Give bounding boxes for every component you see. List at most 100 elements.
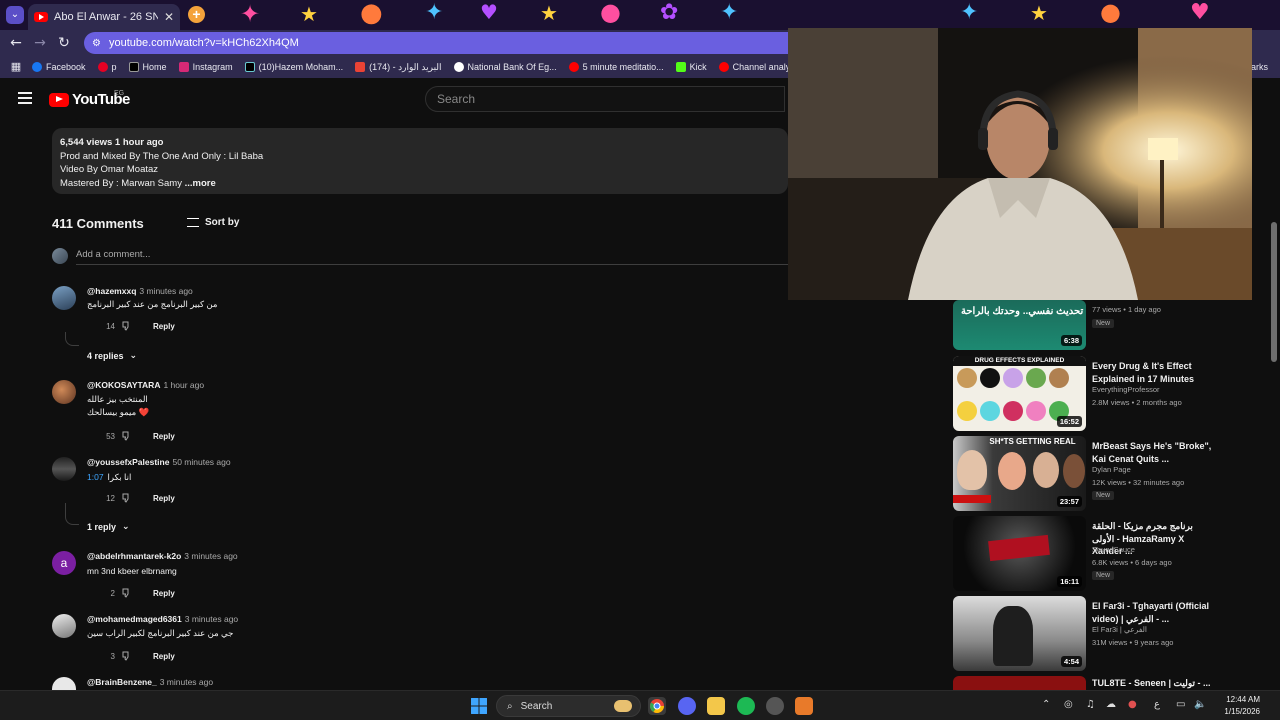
comment-author[interactable]: @mohamedmaged6361 (87, 614, 182, 624)
tab-search-icon[interactable]: ⌄ (6, 6, 24, 24)
microphone-icon[interactable]: ● (1128, 699, 1137, 710)
video-thumbnail[interactable]: 16:11 (953, 516, 1086, 591)
reply-button[interactable]: Reply (153, 322, 175, 331)
like-button[interactable]: 2 (87, 589, 115, 598)
recommended-video[interactable]: DRUG EFFECTS EXPLAINED 16:52 Every Drug … (953, 356, 1273, 432)
channel-name[interactable]: El Far3i | الفرعي (1092, 625, 1147, 634)
bookmark-instagram[interactable]: Instagram (178, 62, 233, 72)
search-input[interactable]: Search (425, 86, 785, 112)
address-bar[interactable]: ⚙ youtube.com/watch?v=kHCh62Xh4QM (84, 32, 804, 54)
volume-icon[interactable]: 🔈 (1194, 699, 1206, 710)
reply-button[interactable]: Reply (153, 432, 175, 441)
dislike-icon[interactable] (122, 651, 132, 661)
video-description[interactable]: 6,544 views 1 hour ago Prod and Mixed By… (52, 128, 788, 194)
bookmark-kick[interactable]: Kick (675, 62, 707, 72)
avatar[interactable] (52, 380, 76, 404)
dislike-icon[interactable] (122, 431, 132, 441)
apps-grid-icon[interactable]: ▦ (8, 55, 24, 79)
add-comment-input[interactable]: Add a comment... (76, 249, 788, 265)
steam-icon[interactable] (766, 697, 784, 715)
comment-author[interactable]: @KOKOSAYTARA (87, 380, 160, 390)
tab-youtube-video[interactable]: Abo El Anwar - 26 SNA - YouTube ✕ (28, 4, 180, 30)
avatar[interactable] (52, 457, 76, 481)
comment-time[interactable]: 3 minutes ago (185, 614, 238, 624)
reply-button[interactable]: Reply (153, 652, 175, 661)
close-tab-icon[interactable]: ✕ (164, 10, 174, 24)
bookmark-nbe[interactable]: National Bank Of Eg... (453, 62, 557, 72)
input-language[interactable]: ع (1154, 699, 1160, 710)
bookmark-facebook[interactable]: Facebook (32, 62, 86, 72)
like-button[interactable]: 3 (87, 652, 115, 661)
chevron-up-icon[interactable]: ⌃ (1042, 699, 1050, 710)
new-tab-button[interactable]: + (188, 6, 205, 23)
network-icon[interactable]: ▭ (1176, 699, 1185, 710)
bookmark-meditation[interactable]: 5 minute meditatio... (568, 62, 664, 72)
reply-button[interactable]: Reply (153, 589, 175, 598)
dislike-icon[interactable] (122, 588, 132, 598)
bookmark-gmail[interactable]: (174) - البريد الوارد (355, 62, 442, 73)
forward-arrow-icon[interactable]: → (28, 31, 52, 55)
comment-time[interactable]: 3 minutes ago (160, 677, 213, 687)
avatar[interactable]: a (52, 551, 76, 575)
recommended-video[interactable]: TUL8TE - Seneen | توليت - ... (953, 676, 1273, 690)
comment-author[interactable]: @BrainBenzene_ (87, 677, 157, 687)
discord-icon[interactable] (678, 697, 696, 715)
comment-author[interactable]: @hazemxxq (87, 286, 136, 296)
sort-by-button[interactable]: Sort by (187, 217, 239, 228)
system-clock[interactable]: 12:44 AM 1/15/2026 (1212, 694, 1260, 718)
channel-name[interactable]: EverythingProfessor (1092, 385, 1160, 394)
dislike-icon[interactable] (122, 321, 132, 331)
headset-icon[interactable]: ♫ (1086, 699, 1095, 710)
file-explorer-icon[interactable] (707, 697, 725, 715)
windows-start-icon[interactable] (470, 697, 488, 715)
replies-toggle[interactable]: 1 reply ⌄ (87, 522, 130, 532)
comment-time[interactable]: 1 hour ago (163, 380, 204, 390)
video-title[interactable]: El Far3i - Tghayarti (Official video) | … (1092, 600, 1212, 625)
taskbar-search[interactable]: ⌕ Search (496, 695, 641, 717)
like-button[interactable]: 53 (87, 432, 115, 441)
like-button[interactable]: 12 (87, 494, 115, 503)
recommended-video[interactable]: تحديث نفسي.. وحدتك بالراحة 6:38 77 views… (953, 300, 1273, 352)
comment-time[interactable]: 3 minutes ago (139, 286, 192, 296)
video-thumbnail[interactable]: DRUG EFFECTS EXPLAINED 16:52 (953, 356, 1086, 431)
comment-author[interactable]: @youssefxPalestine (87, 457, 169, 467)
comment-time[interactable]: 3 minutes ago (184, 551, 237, 561)
like-button[interactable]: 14 (87, 322, 115, 331)
avatar[interactable] (52, 677, 76, 690)
video-thumbnail[interactable] (953, 676, 1086, 690)
comment-author[interactable]: @abdelrhmantarek-k2o (87, 551, 181, 561)
scrollbar-thumb[interactable] (1271, 222, 1277, 362)
bookmark-tiktok[interactable]: (10)Hazem Moham... (244, 62, 343, 72)
comment-time[interactable]: 50 minutes ago (172, 457, 230, 467)
bookmark-p[interactable]: p (97, 62, 117, 72)
video-title[interactable]: TUL8TE - Seneen | توليت - ... (1092, 677, 1212, 690)
taskbar-chrome-button[interactable] (648, 697, 666, 715)
hamburger-menu-icon[interactable] (18, 92, 32, 104)
channel-name[interactable]: Dylan Page (1092, 465, 1131, 474)
timestamp-link[interactable]: 1:07 (87, 472, 104, 482)
video-title[interactable]: Every Drug & It's Effect Explained in 17… (1092, 360, 1212, 385)
page-scrollbar[interactable] (1269, 78, 1280, 690)
show-more-link[interactable]: ...more (185, 178, 216, 189)
tray-app-icon[interactable]: ◎ (1064, 699, 1073, 710)
video-title[interactable]: MrBeast Says He's "Broke", Kai Cenat Qui… (1092, 440, 1212, 465)
recommended-video[interactable]: 4:54 El Far3i - Tghayarti (Official vide… (953, 596, 1273, 672)
video-thumbnail[interactable]: تحديث نفسي.. وحدتك بالراحة 6:38 (953, 300, 1086, 350)
video-thumbnail[interactable]: SH*TS GETTING REAL 23:57 (953, 436, 1086, 511)
onedrive-icon[interactable]: ☁ (1106, 699, 1116, 710)
reply-button[interactable]: Reply (153, 494, 175, 503)
avatar[interactable] (52, 614, 76, 638)
video-thumbnail[interactable]: 4:54 (953, 596, 1086, 671)
recommended-video[interactable]: SH*TS GETTING REAL 23:57 MrBeast Says He… (953, 436, 1273, 512)
app-icon[interactable] (795, 697, 813, 715)
reload-icon[interactable]: ↻ (52, 31, 76, 55)
bookmark-home[interactable]: Home (128, 62, 167, 72)
avatar[interactable] (52, 286, 76, 310)
replies-toggle[interactable]: 4 replies ⌄ (87, 351, 137, 361)
recommended-video[interactable]: 16:11 برنامج مجرم مزيكا - الحلقة الأولى … (953, 516, 1273, 592)
spotify-icon[interactable] (737, 697, 755, 715)
back-arrow-icon[interactable]: ← (4, 31, 28, 55)
channel-name[interactable]: SoundSauce (1092, 545, 1135, 554)
site-info-icon[interactable]: ⚙ (92, 38, 101, 49)
dislike-icon[interactable] (122, 493, 132, 503)
